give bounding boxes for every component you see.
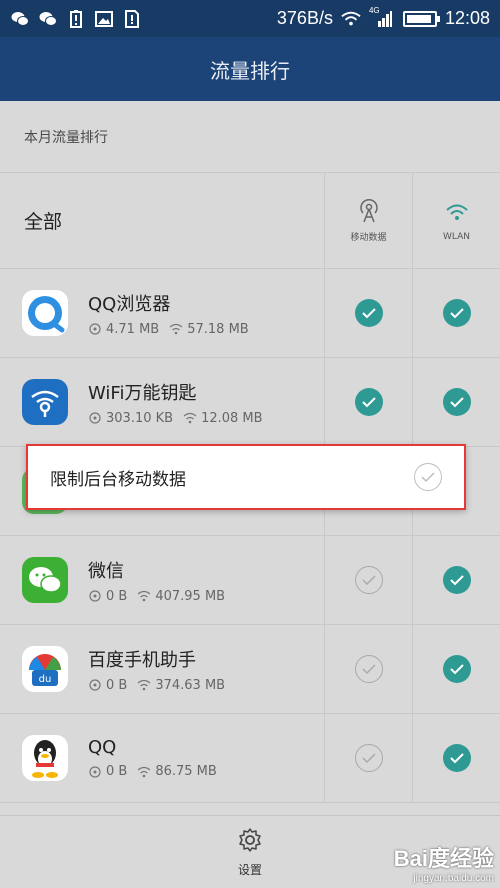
wifi-icon [183, 412, 197, 424]
mobile-usage: 0 B [106, 588, 128, 604]
settings-label: 设置 [237, 862, 262, 877]
wifi-icon [341, 10, 361, 28]
mobile-data-icon [89, 323, 101, 335]
sim-icon [122, 9, 142, 28]
signal-icon: 4G [369, 6, 395, 28]
battery-icon [402, 10, 440, 27]
wlan-label: WLAN [442, 231, 470, 242]
wechat-icon [38, 10, 58, 28]
mobile-usage: 0 B [106, 677, 128, 693]
page-title: 流量排行 [0, 37, 500, 101]
wlan-check[interactable] [442, 388, 471, 416]
app-name: QQ [88, 737, 117, 758]
wlan-column-header[interactable]: WLAN [412, 173, 500, 268]
watermark-logo: Bai度经验 [393, 846, 494, 871]
app-info: 微信 0 B 407.95 MB [0, 536, 324, 624]
wlan-check[interactable] [442, 299, 471, 327]
app-info: QQ浏览器 4.71 MB 57.18 MB [0, 269, 324, 357]
status-left-icons [10, 9, 142, 28]
mobile-data-check[interactable] [354, 299, 383, 327]
wechat-icon [10, 10, 30, 28]
mobile-data-icon [356, 198, 382, 224]
column-header-row: 全部 移动数据 WLAN [0, 173, 500, 269]
wlan-icon [444, 200, 470, 226]
battery-alert-icon [66, 9, 86, 28]
status-bar: 376B/s 4G 12:08 [0, 0, 500, 37]
app-info: du 百度手机助手 0 B 374.63 MB [0, 625, 324, 713]
section-subtitle: 本月流量排行 [0, 101, 500, 173]
qq-browser-icon [22, 290, 68, 336]
all-apps-label: 全部 [24, 211, 63, 233]
wechat-icon [22, 557, 68, 603]
wifi-usage: 374.63 MB [155, 677, 226, 693]
net-speed: 376B/s [276, 8, 333, 28]
app-row-wechat[interactable]: 微信 0 B 407.95 MB [0, 536, 500, 625]
mobile-usage: 4.71 MB [106, 321, 160, 337]
mobile-data-icon [89, 590, 101, 602]
app-name: QQ浏览器 [88, 293, 171, 315]
app-info: QQ 0 B 86.75 MB [0, 714, 324, 802]
mobile-data-check[interactable] [354, 566, 383, 594]
wifi-usage: 407.95 MB [155, 588, 226, 604]
wlan-check[interactable] [442, 655, 471, 683]
wifi-key-icon [22, 379, 68, 425]
mobile-usage: 303.10 KB [106, 410, 174, 426]
mobile-data-check[interactable] [354, 744, 383, 772]
mobile-data-icon [89, 679, 101, 691]
watermark: Bai度经验 jingyan.baidu.com [394, 841, 494, 884]
wlan-check[interactable] [442, 566, 471, 594]
app-row-wifi-key[interactable]: WiFi万能钥匙 303.10 KB 12.08 MB [0, 358, 500, 447]
wifi-icon [137, 766, 151, 777]
mobile-data-label: 移动数据 [350, 233, 387, 243]
mobile-usage: 0 B [106, 764, 128, 779]
app-name: 微信 [88, 560, 124, 582]
qq-penguin-icon [22, 735, 68, 781]
restrict-background-data-option[interactable]: 限制后台移动数据 [26, 444, 466, 510]
restrict-background-data-checkbox[interactable] [414, 463, 442, 491]
clock: 12:08 [444, 8, 490, 28]
wifi-icon [137, 679, 151, 691]
app-name: WiFi万能钥匙 [88, 382, 197, 404]
bottom-bar: 设置 Bai度经验 jingyan.baidu.com [0, 815, 500, 888]
wifi-usage: 86.75 MB [155, 764, 217, 779]
restrict-background-data-label: 限制后台移动数据 [50, 469, 186, 490]
mobile-data-icon [89, 412, 101, 424]
wifi-usage: 12.08 MB [201, 410, 263, 426]
baidu-assistant-icon: du [22, 646, 68, 692]
wifi-icon [137, 590, 151, 602]
app-row-baidu-assistant[interactable]: du 百度手机助手 0 B 374.63 MB [0, 625, 500, 714]
wifi-icon [169, 323, 183, 335]
status-right: 376B/s 4G 12:08 [276, 6, 490, 29]
app-name: 百度手机助手 [88, 649, 196, 671]
watermark-url: jingyan.baidu.com [413, 873, 494, 884]
mobile-data-column-header[interactable]: 移动数据 [324, 173, 412, 268]
network-type: 4G [368, 5, 380, 15]
settings-button[interactable]: 设置 [237, 827, 263, 878]
wifi-usage: 57.18 MB [187, 321, 249, 337]
app-row-qq-browser[interactable]: QQ浏览器 4.71 MB 57.18 MB [0, 269, 500, 358]
gear-icon [239, 827, 261, 852]
wlan-check[interactable] [442, 744, 471, 772]
mobile-data-check[interactable] [354, 388, 383, 416]
app-row-qq[interactable]: QQ 0 B 86.75 MB [0, 714, 500, 803]
svg-text:du: du [39, 674, 52, 685]
photo-icon [94, 10, 114, 28]
mobile-data-icon [89, 765, 101, 778]
mobile-data-check[interactable] [354, 655, 383, 683]
app-info: WiFi万能钥匙 303.10 KB 12.08 MB [0, 358, 324, 446]
